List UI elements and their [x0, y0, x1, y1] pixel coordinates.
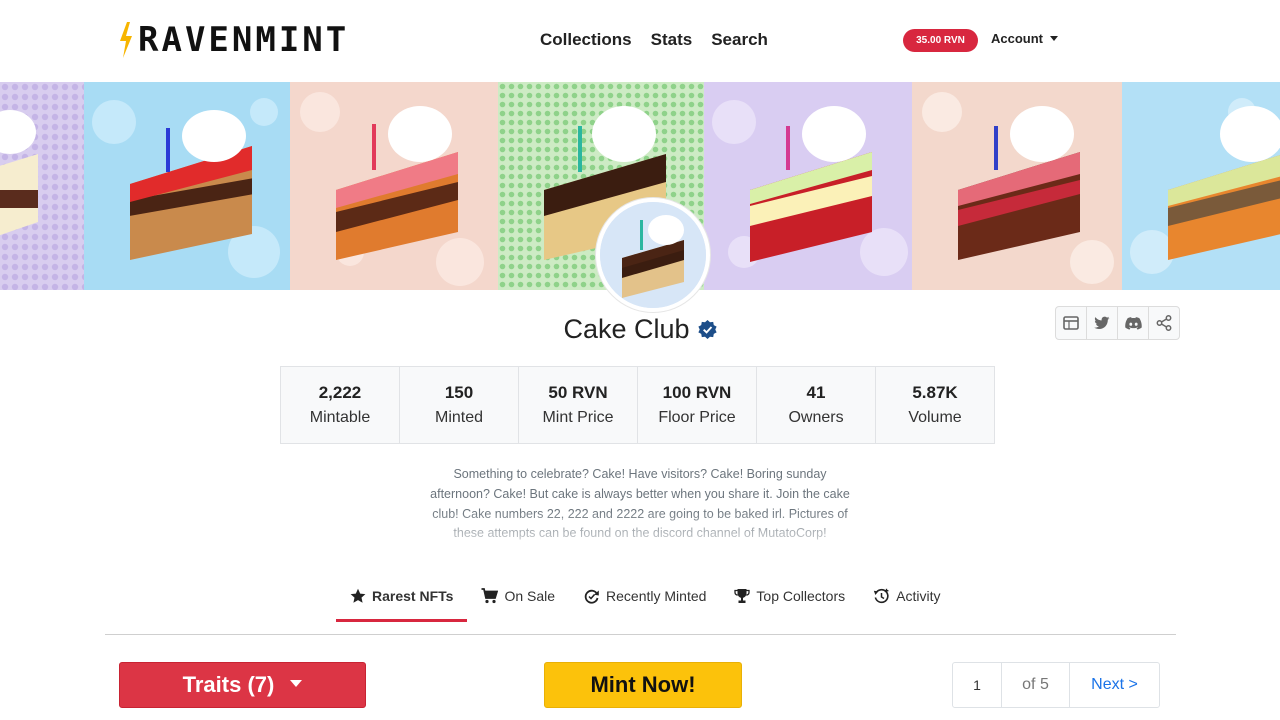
stat-card-owners: 41 Owners: [756, 366, 876, 444]
banner-tile: [912, 82, 1122, 290]
mint-now-button[interactable]: Mint Now!: [544, 662, 742, 708]
trophy-icon: [734, 589, 751, 603]
collection-stats: 2,222 Mintable 150 Minted 50 RVN Mint Pr…: [280, 366, 995, 444]
nav-search[interactable]: Search: [711, 30, 768, 50]
share-icon: [1156, 315, 1172, 331]
stat-value: 50 RVN: [548, 383, 608, 402]
tab-rarest-nfts[interactable]: Rarest NFTs: [336, 584, 468, 622]
cake-avatar-art: [600, 202, 706, 308]
banner-tile: [290, 82, 498, 290]
cake-art: [1130, 98, 1280, 274]
navbar: RAVENMINT Collections Stats Search 35.00…: [0, 0, 1280, 82]
next-page-button[interactable]: Next >: [1069, 662, 1160, 708]
discord-button[interactable]: [1117, 306, 1149, 340]
twitter-icon: [1094, 316, 1110, 329]
tab-on-sale[interactable]: On Sale: [467, 584, 569, 622]
traits-dropdown-button[interactable]: Traits (7): [119, 662, 366, 708]
verified-badge-icon: [697, 320, 717, 339]
account-dropdown[interactable]: Account: [991, 31, 1058, 46]
stat-card-volume: 5.87K Volume: [875, 366, 995, 444]
website-button[interactable]: [1055, 306, 1087, 340]
collection-title-wrap: Cake Club: [563, 314, 717, 345]
description-fade: [430, 510, 850, 560]
stat-value: 150: [444, 383, 474, 402]
stat-value: 41: [806, 383, 826, 402]
banner-tile: [704, 82, 912, 290]
main-nav: Collections Stats Search: [540, 30, 768, 50]
stat-value: 5.87K: [912, 383, 958, 402]
stat-label: Mint Price: [542, 409, 614, 426]
stat-label: Mintable: [309, 409, 371, 426]
traits-label: Traits (7): [182, 672, 275, 697]
share-button[interactable]: [1148, 306, 1180, 340]
banner-tile: [84, 82, 290, 290]
stat-label: Owners: [788, 409, 844, 426]
tab-label: Activity: [896, 588, 941, 604]
stat-card-minted: 150 Minted: [399, 366, 519, 444]
stat-label: Minted: [434, 409, 484, 426]
stat-label: Floor Price: [658, 409, 736, 426]
pagination: 1 of 5 Next >: [952, 662, 1160, 708]
cake-art: [0, 82, 84, 290]
balance-badge[interactable]: 35.00 RVN: [903, 29, 978, 52]
tab-recently-minted[interactable]: Recently Minted: [569, 584, 720, 622]
cart-icon: [481, 588, 499, 604]
nav-collections[interactable]: Collections: [540, 30, 632, 50]
caret-down-icon: [1050, 36, 1058, 41]
page-number-input[interactable]: 1: [952, 662, 1002, 708]
stat-value: 100 RVN: [662, 383, 732, 402]
history-icon: [873, 588, 889, 604]
tab-label: Rarest NFTs: [372, 588, 454, 604]
nav-stats[interactable]: Stats: [651, 30, 693, 50]
bolt-icon: [120, 22, 132, 58]
social-links: [1055, 306, 1180, 340]
cake-art: [300, 92, 484, 286]
tabs-divider: [105, 634, 1176, 635]
twitter-button[interactable]: [1086, 306, 1118, 340]
star-icon: [350, 588, 366, 603]
brand-logo[interactable]: RAVENMINT: [118, 20, 349, 60]
stat-card-mintable: 2,222 Mintable: [280, 366, 400, 444]
discord-icon: [1124, 316, 1142, 330]
website-icon: [1063, 316, 1079, 330]
banner-tile: [1122, 82, 1280, 290]
stat-value: 2,222: [318, 383, 362, 402]
tab-label: Top Collectors: [756, 588, 846, 604]
account-label: Account: [991, 31, 1043, 46]
page-count: of 5: [1001, 662, 1070, 708]
brand-name: RAVENMINT: [138, 20, 350, 60]
tab-label: Recently Minted: [606, 588, 707, 604]
collection-title: Cake Club: [563, 314, 690, 344]
stat-label: Volume: [908, 409, 962, 426]
caret-down-icon: [290, 679, 303, 687]
tab-activity[interactable]: Activity: [859, 584, 954, 622]
tab-top-collectors[interactable]: Top Collectors: [720, 584, 859, 622]
cake-art: [92, 98, 280, 278]
cake-art: [922, 92, 1114, 284]
collection-tabs: Rarest NFTs On Sale Recently Minted Top …: [336, 584, 954, 622]
stat-card-floor-price: 100 RVN Floor Price: [637, 366, 757, 444]
cake-art: [712, 100, 908, 276]
stat-card-mint-price: 50 RVN Mint Price: [518, 366, 638, 444]
collection-avatar: [596, 198, 710, 312]
refresh-icon: [584, 589, 599, 604]
banner-tile: [0, 82, 84, 290]
tab-label: On Sale: [504, 588, 556, 604]
